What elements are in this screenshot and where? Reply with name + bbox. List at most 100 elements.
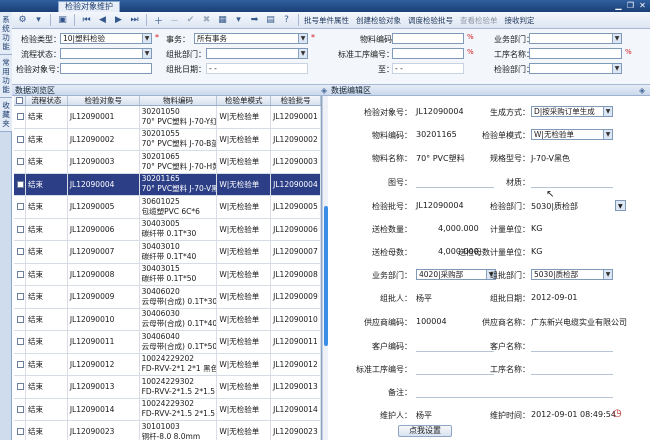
- table-row[interactable]: 结束 JL12090014 10024229302 FD-RVV-2*1.5 2*1.…: [14, 398, 321, 421]
- col-header-mode[interactable]: 检验单模式: [217, 96, 272, 105]
- table-row[interactable]: 结束JL1209001130406040云母带(合成) 0.1T*50mmW|无…: [14, 331, 321, 354]
- col-header-status[interactable]: 流程状态: [26, 96, 68, 105]
- dropdown-icon[interactable]: ▾: [32, 14, 45, 27]
- table-row[interactable]: 结束JL120900033020106570° PVC塑料 J-70-H黄色W|…: [14, 151, 321, 174]
- delete-icon[interactable]: －: [168, 14, 181, 27]
- sidebar-tab-favorites[interactable]: 收藏夹: [0, 98, 12, 132]
- row-checkbox[interactable]: [14, 398, 26, 420]
- row-checkbox[interactable]: [14, 241, 26, 263]
- export-dropdown-icon[interactable]: ▾: [232, 14, 245, 27]
- table-row[interactable]: 结束JL120900043020116570° PVC塑料 J-70-V黑色W|…: [14, 173, 321, 196]
- row-checkbox[interactable]: [14, 353, 26, 375]
- filter-flow-label: 流程状态：: [21, 50, 61, 59]
- toolbar-batch-attr[interactable]: 批号单件属性: [304, 15, 349, 26]
- filter-check-dept-select[interactable]: ▼: [529, 63, 622, 74]
- print-icon[interactable]: ▤: [264, 14, 277, 27]
- sidebar-tab-common[interactable]: 常用功能: [0, 55, 12, 98]
- table-row[interactable]: 结束JL1209000930406020云母带(合成) 0.1T*30mmW|无…: [14, 286, 321, 309]
- material-code: 30403015: [141, 264, 180, 274]
- row-checkbox[interactable]: [14, 128, 26, 150]
- row-checkbox[interactable]: [14, 331, 26, 353]
- clock-icon[interactable]: ◷: [613, 408, 622, 419]
- col-header-material[interactable]: 物料编码: [140, 96, 218, 105]
- settings-icon[interactable]: ⚙: [16, 14, 29, 27]
- cell-object-no: JL12090002: [68, 128, 140, 150]
- forward-icon[interactable]: ➡: [248, 14, 261, 27]
- first-record-icon[interactable]: ⏮: [80, 14, 93, 27]
- filter-type-select[interactable]: 10|塑料检验 ▼: [60, 33, 152, 44]
- filter-date-to[interactable]: - -: [392, 63, 464, 74]
- filter-date-from[interactable]: - -: [206, 63, 308, 74]
- confirm-icon[interactable]: ✔: [184, 14, 197, 27]
- row-checkbox[interactable]: [14, 376, 26, 398]
- table-row[interactable]: 结束 JL12090006 30403005 碳纤带 0.1T*30 W|无检验单 JL1…: [14, 218, 321, 241]
- excel-icon[interactable]: ▦: [216, 14, 229, 27]
- cell-status: 结束: [26, 331, 68, 353]
- row-checkbox[interactable]: [14, 106, 26, 128]
- filter-process-name-input[interactable]: [529, 48, 622, 59]
- add-icon[interactable]: ＋: [152, 14, 165, 27]
- row-checkbox[interactable]: [14, 218, 26, 240]
- filter-business-dept-select[interactable]: ▼: [529, 33, 622, 44]
- filter-item-select[interactable]: 所有事务 ▼: [194, 33, 308, 44]
- next-record-icon[interactable]: ▶: [112, 14, 125, 27]
- edit-group-dept-select[interactable]: 5030|质检部 ▼: [531, 269, 613, 280]
- edit-biz-dept-label: 业务部门：: [372, 271, 412, 280]
- minimize-icon[interactable]: ▁: [613, 1, 624, 11]
- edit-texture-label: 材质：: [506, 178, 530, 187]
- chevron-down-icon: ▼: [142, 34, 151, 43]
- cell-material: 30101003 铜杆-8.0 8.0mm: [140, 421, 218, 440]
- chevron-down-icon: ▼: [603, 270, 612, 279]
- select-all-checkbox[interactable]: [14, 96, 26, 105]
- row-checkbox[interactable]: [14, 286, 26, 308]
- cell-batch: JL12090006: [271, 218, 321, 240]
- table-row[interactable]: 结束 JL12090008 30403015 碳纤带 0.1T*50 W|无检验单 JL1…: [14, 263, 321, 286]
- sidebar-tab-system[interactable]: 系统功能: [0, 12, 12, 55]
- edit-gen-mode-select[interactable]: D|按采购订单生成 ▼: [531, 106, 613, 117]
- edit-supplier-code: 100004: [416, 317, 447, 326]
- table-row[interactable]: 结束 JL12090023 30101003 铜杆-8.0 8.0mm W|无检验单 JL…: [14, 421, 321, 440]
- filter-group-dept-select[interactable]: ▼: [206, 48, 308, 59]
- last-record-icon[interactable]: ⏭: [128, 14, 141, 27]
- table-row[interactable]: 结束 JL12090012 10024229202 FD-RVV-2*1 2*1 黑色…: [14, 353, 321, 376]
- row-checkbox[interactable]: [14, 308, 26, 330]
- window-tab[interactable]: 检验对象维护: [58, 1, 120, 12]
- table-row[interactable]: 结束 JL12090005 30601025 包缆塑PVC 6C*6 W|无检验单 JL1…: [14, 196, 321, 219]
- edit-biz-dept-select[interactable]: 4020|采购部 ▼: [416, 269, 496, 280]
- collapse-icon[interactable]: ◈: [321, 85, 327, 96]
- edit-sheet-mode-select[interactable]: W|无检验单 ▼: [531, 129, 613, 140]
- filter-object-no-input[interactable]: [60, 63, 152, 74]
- save-icon[interactable]: ▣: [56, 14, 69, 27]
- col-header-object[interactable]: 检验对象号: [68, 96, 140, 105]
- row-checkbox[interactable]: [14, 196, 26, 218]
- filter-material-input[interactable]: [392, 33, 464, 44]
- cancel-icon[interactable]: ✖: [200, 14, 213, 27]
- filter-std-process-input[interactable]: [392, 48, 464, 59]
- cell-status: 结束: [26, 196, 68, 218]
- col-header-batch[interactable]: 检验批号: [271, 96, 321, 105]
- collapse-icon[interactable]: ◈: [639, 85, 645, 96]
- close-icon[interactable]: ✕: [637, 1, 648, 11]
- table-row[interactable]: 结束 JL12090013 10024229302 FD-RVV-2*1.5 2*1.…: [14, 376, 321, 399]
- settings-button[interactable]: 点我设置: [398, 425, 452, 437]
- prev-record-icon[interactable]: ◀: [96, 14, 109, 27]
- table-row[interactable]: 结束 JL12090007 30403010 碳纤带 0.1T*40 W|无检验单 JL1…: [14, 241, 321, 264]
- cell-status: 结束: [26, 173, 68, 195]
- table-row[interactable]: 结束JL1209001030406030云母带(合成) 0.1T*40mmW|无…: [14, 308, 321, 331]
- chevron-down-icon[interactable]: ▼: [615, 200, 626, 211]
- material-desc: 碳纤带 0.1T*40: [141, 251, 197, 261]
- filter-flow-select[interactable]: ▼: [60, 48, 152, 59]
- toolbar-view-sheet[interactable]: 查看检验单: [460, 15, 498, 26]
- restore-icon[interactable]: ❐: [625, 1, 636, 11]
- row-checkbox[interactable]: [14, 151, 26, 173]
- row-checkbox[interactable]: [14, 263, 26, 285]
- toolbar-adjust-batch[interactable]: 调度检验批号: [408, 15, 453, 26]
- help-icon[interactable]: ?: [280, 14, 293, 27]
- table-row[interactable]: 结束 JL12090001 30201050 70° PVC塑料 J-70-Y红色 W|…: [14, 106, 321, 129]
- row-checkbox[interactable]: [14, 173, 26, 195]
- toolbar-accept-judge[interactable]: 接收判定: [505, 15, 535, 26]
- row-checkbox[interactable]: [14, 421, 26, 440]
- chevron-down-icon: ▼: [603, 107, 612, 116]
- toolbar-create-object[interactable]: 创建检验对象: [356, 15, 401, 26]
- table-row[interactable]: 结束JL120900023020105570° PVC塑料 J-70-B蓝色W|…: [14, 128, 321, 151]
